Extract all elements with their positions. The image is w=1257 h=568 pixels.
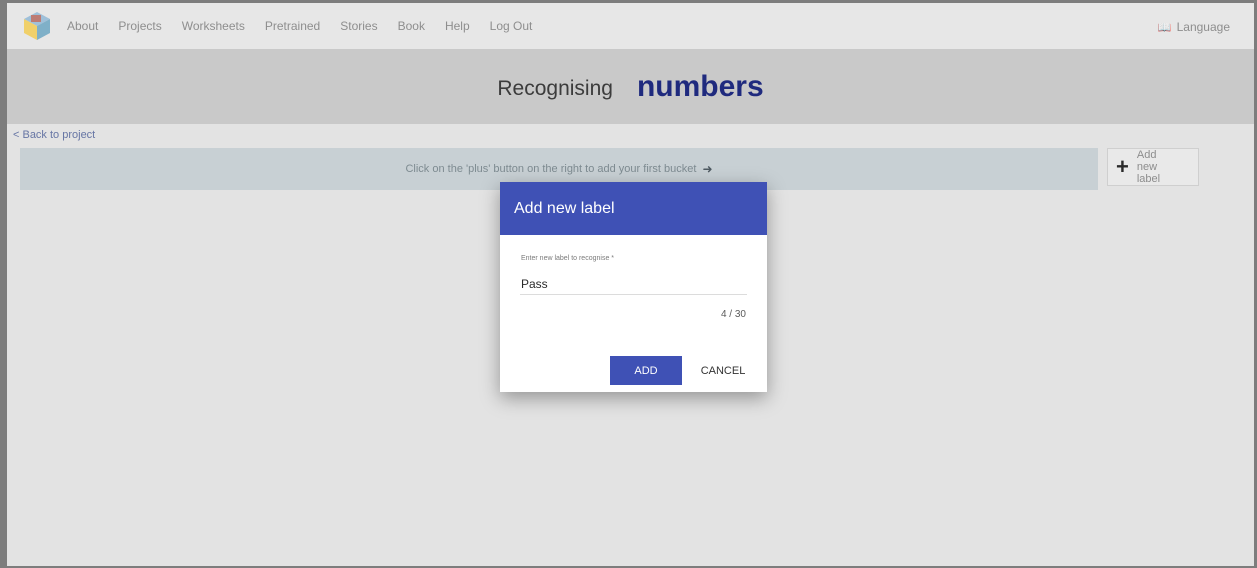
nav-link-stories[interactable]: Stories: [340, 19, 377, 33]
nav-link-book[interactable]: Book: [398, 19, 425, 33]
add-button[interactable]: ADD: [610, 356, 682, 385]
language-label: Language: [1176, 20, 1230, 34]
page-title-prefix: Recognising: [497, 76, 613, 100]
nav-link-logout[interactable]: Log Out: [490, 19, 533, 33]
hint-text: Click on the 'plus' button on the right …: [405, 163, 697, 175]
back-to-project-link[interactable]: < Back to project: [13, 129, 95, 141]
project-banner: Recognising numbers: [7, 49, 1254, 124]
nav-link-pretrained[interactable]: Pretrained: [265, 19, 320, 33]
nav-link-projects[interactable]: Projects: [118, 19, 161, 33]
nav-links: About Projects Worksheets Pretrained Sto…: [67, 19, 552, 33]
add-label-dialog: Add new label Enter new label to recogni…: [500, 182, 767, 392]
language-selector[interactable]: 📖 Language: [1158, 20, 1230, 34]
nav-link-about[interactable]: About: [67, 19, 98, 33]
char-counter: 4 / 30: [720, 309, 746, 320]
cube-logo-icon[interactable]: [21, 10, 53, 42]
add-new-label-text: Add new label: [1136, 149, 1161, 185]
label-field-caption: Enter new label to recognise *: [521, 255, 614, 262]
app-frame: About Projects Worksheets Pretrained Sto…: [7, 3, 1254, 566]
nav-link-help[interactable]: Help: [445, 19, 470, 33]
dialog-title: Add new label: [500, 182, 767, 235]
arrow-right-icon: ➜: [702, 162, 713, 176]
nav-link-worksheets[interactable]: Worksheets: [182, 19, 245, 33]
language-icon: 📖: [1157, 21, 1172, 34]
new-label-input[interactable]: [520, 274, 747, 295]
add-new-label-button[interactable]: + Add new label: [1107, 148, 1199, 186]
cancel-button[interactable]: CANCEL: [694, 356, 752, 385]
top-navigation: About Projects Worksheets Pretrained Sto…: [7, 3, 1254, 49]
plus-icon: +: [1116, 154, 1129, 179]
project-name: numbers: [636, 69, 764, 103]
